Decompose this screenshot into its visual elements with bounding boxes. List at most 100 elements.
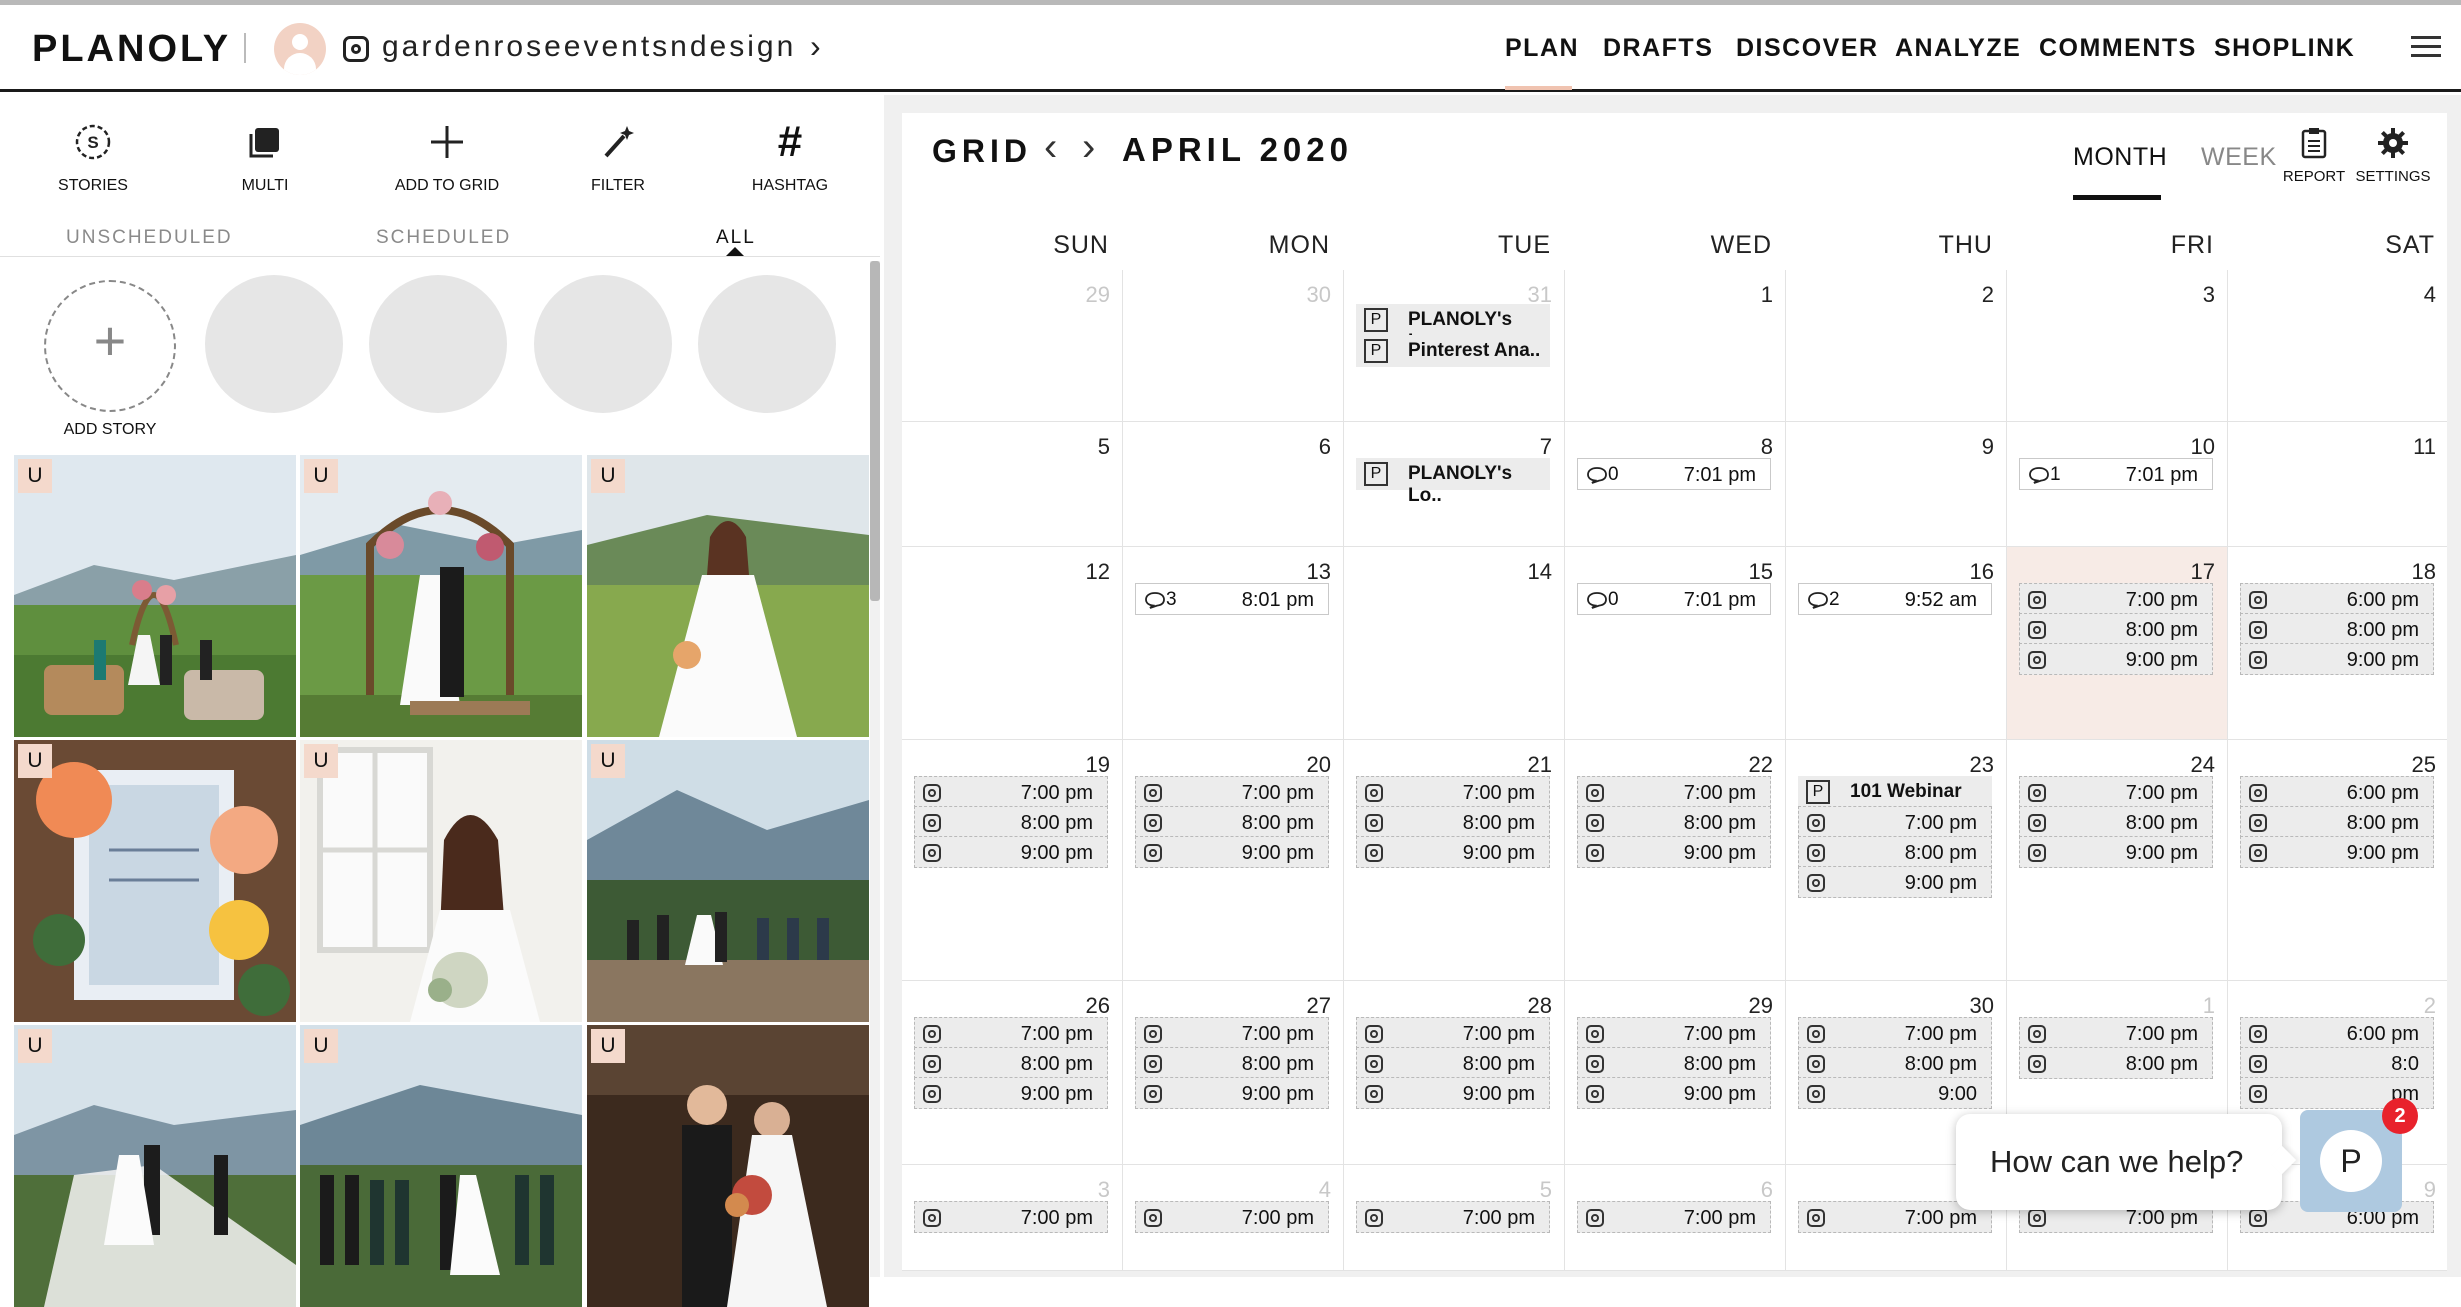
scheduled-instagram-post[interactable]: 9:00 pm (1798, 866, 1992, 898)
scheduled-instagram-post[interactable]: 9:00 pm (2240, 836, 2434, 868)
calendar-day-cell[interactable]: 21 7:00 pm 8:00 pm 9:00 pm (1344, 740, 1565, 981)
story-placeholder[interactable] (205, 275, 343, 413)
add-to-grid-button[interactable]: ADD TO GRID (392, 113, 502, 195)
tab-all[interactable]: ALL (716, 227, 756, 249)
calendar-day-cell[interactable]: 3 7:00 pm (902, 1165, 1123, 1271)
story-placeholder[interactable] (369, 275, 507, 413)
calendar-day-cell[interactable]: 11 (2228, 422, 2447, 547)
add-story-button[interactable]: + (44, 280, 176, 412)
scheduled-instagram-post[interactable]: 8:00 pm (2019, 806, 2213, 838)
scheduled-instagram-post[interactable]: 9:00 pm (1577, 1077, 1771, 1109)
scheduled-instagram-post[interactable]: 9:00 pm (1577, 836, 1771, 868)
scheduled-instagram-post[interactable]: 7:00 pm (1356, 1017, 1550, 1049)
scheduled-instagram-post[interactable]: 7:00 pm (1798, 806, 1992, 838)
calendar-day-cell[interactable]: 26 7:00 pm 8:00 pm 9:00 pm (902, 981, 1123, 1165)
scheduled-instagram-post[interactable]: 7:00 pm (1356, 1201, 1550, 1233)
scheduled-instagram-post[interactable]: 7:00 pm (1135, 776, 1329, 808)
grid-photo-father-walking-bride[interactable]: U (587, 1025, 869, 1307)
account-name[interactable]: gardenroseeventsndesign (382, 30, 796, 64)
scheduled-instagram-post[interactable]: 8:00 pm (914, 1047, 1108, 1079)
chevron-right-icon[interactable]: › (810, 28, 821, 65)
scheduled-instagram-post[interactable]: 7:00 pm (914, 776, 1108, 808)
grid-photo-bride-by-window[interactable]: U (300, 740, 582, 1022)
scheduled-instagram-post[interactable]: 7:00 pm (2019, 583, 2213, 615)
nav-analyze[interactable]: ANALYZE (1895, 34, 2021, 63)
calendar-day-cell[interactable]: 24 7:00 pm 8:00 pm 9:00 pm (2007, 740, 2228, 981)
filter-button[interactable]: FILTER (563, 113, 673, 195)
story-placeholder[interactable] (534, 275, 672, 413)
calendar-day-cell[interactable]: 30 (1123, 270, 1344, 422)
calendar-day-cell[interactable]: 27 7:00 pm 8:00 pm 9:00 pm (1123, 981, 1344, 1165)
calendar-day-cell[interactable]: 4 (2228, 270, 2447, 422)
scheduled-pinterest-pin[interactable]: P 101 Webinar (1798, 776, 1992, 808)
tab-unscheduled[interactable]: UNSCHEDULED (66, 227, 233, 249)
nav-plan[interactable]: PLAN (1505, 34, 1579, 63)
calendar-day-cell[interactable]: 31PPLANOLY's Lo..PPinterest Ana.. (1344, 270, 1565, 422)
scheduled-instagram-post[interactable]: 7:00 pm (1577, 776, 1771, 808)
nav-discover[interactable]: DISCOVER (1736, 34, 1879, 63)
calendar-day-cell[interactable]: 2 (1786, 270, 2007, 422)
published-post-comments[interactable]: 0 7:01 pm (1577, 458, 1771, 490)
calendar-day-cell[interactable]: 5 (902, 422, 1123, 547)
scrollbar-thumb[interactable] (870, 261, 880, 601)
view-month[interactable]: MONTH (2073, 143, 2167, 172)
settings-button[interactable]: SETTINGS (2348, 127, 2438, 185)
calendar-day-cell[interactable]: 7 P PLANOLY's Lo.. (1344, 422, 1565, 547)
scheduled-instagram-post[interactable]: 7:00 pm (1356, 776, 1550, 808)
calendar-day-cell[interactable]: 14 (1344, 547, 1565, 740)
grid-photo-bridal-party-mountains[interactable]: U (300, 1025, 582, 1307)
scheduled-instagram-post[interactable]: 8:00 pm (1135, 1047, 1329, 1079)
nav-comments[interactable]: COMMENTS (2039, 34, 2197, 63)
calendar-day-cell[interactable]: 23 P 101 Webinar 7:00 pm 8:00 pm 9:00 pm (1786, 740, 2007, 981)
scheduled-pinterest-pin[interactable]: PPLANOLY's Lo.. (1356, 458, 1550, 506)
planoly-logo[interactable]: PLANOLY (32, 28, 231, 71)
scheduled-instagram-post[interactable]: 7:00 pm (1135, 1201, 1329, 1233)
report-button[interactable]: REPORT (2269, 127, 2359, 185)
calendar-day-cell[interactable]: 13 3 8:01 pm (1123, 547, 1344, 740)
calendar-day-cell[interactable]: 1 (1565, 270, 1786, 422)
calendar-day-cell[interactable]: 18 6:00 pm 8:00 pm 9:00 pm (2228, 547, 2447, 740)
prev-month-icon[interactable]: ‹ (1044, 125, 1057, 170)
scheduled-instagram-post[interactable]: 8:00 pm (1798, 836, 1992, 868)
scheduled-instagram-post[interactable]: 9:00 pm (914, 1077, 1108, 1109)
calendar-day-cell[interactable]: 5 7:00 pm (1344, 1165, 1565, 1271)
calendar-day-cell[interactable]: 9 (1786, 422, 2007, 547)
grid-photo-couple-under-arch[interactable]: U (300, 455, 582, 737)
grid-photo-bride-in-field[interactable]: U (587, 455, 869, 737)
published-post-comments[interactable]: 3 8:01 pm (1135, 583, 1329, 615)
calendar-day-cell[interactable]: 15 0 7:01 pm (1565, 547, 1786, 740)
scheduled-instagram-post[interactable]: 9:00 pm (2240, 643, 2434, 675)
scheduled-instagram-post[interactable]: 7:00 pm (914, 1017, 1108, 1049)
scheduled-instagram-post[interactable]: 7:00 pm (1135, 1017, 1329, 1049)
scheduled-instagram-post[interactable]: 9:00 pm (1356, 836, 1550, 868)
scheduled-instagram-post[interactable]: 9:00 pm (2019, 836, 2213, 868)
grid-photo-couple-veil-mountains[interactable]: U (14, 1025, 296, 1307)
scheduled-pinterest-pin[interactable]: PPLANOLY's Lo.. (1356, 304, 1550, 352)
scheduled-instagram-post[interactable]: 7:00 pm (2019, 1017, 2213, 1049)
tab-scheduled[interactable]: SCHEDULED (376, 227, 511, 249)
stories-button[interactable]: S STORIES (38, 113, 148, 195)
scheduled-instagram-post[interactable]: 8:0 (2240, 1047, 2434, 1079)
scheduled-instagram-post[interactable]: 9:00 pm (2019, 643, 2213, 675)
scheduled-instagram-post[interactable]: 8:00 pm (1356, 806, 1550, 838)
scheduled-instagram-post[interactable]: 8:00 pm (2019, 1047, 2213, 1079)
calendar-day-cell[interactable]: 25 6:00 pm 8:00 pm 9:00 pm (2228, 740, 2447, 981)
calendar-day-cell[interactable]: 17 7:00 pm 8:00 pm 9:00 pm (2007, 547, 2228, 740)
calendar-day-cell[interactable]: 8 0 7:01 pm (1565, 422, 1786, 547)
grid-photo-ceremony-in-field[interactable]: U (14, 455, 296, 737)
published-post-comments[interactable]: 2 9:52 am (1798, 583, 1992, 615)
scheduled-instagram-post[interactable]: 8:00 pm (1577, 1047, 1771, 1079)
scheduled-instagram-post[interactable]: 9:00 pm (1356, 1077, 1550, 1109)
scheduled-instagram-post[interactable]: 6:00 pm (2240, 776, 2434, 808)
calendar-day-cell[interactable]: 28 7:00 pm 8:00 pm 9:00 pm (1344, 981, 1565, 1165)
published-post-comments[interactable]: 0 7:01 pm (1577, 583, 1771, 615)
scheduled-instagram-post[interactable]: 8:00 pm (1798, 1047, 1992, 1079)
story-placeholder[interactable] (698, 275, 836, 413)
help-chat-prompt[interactable]: How can we help? (1956, 1114, 2297, 1210)
calendar-day-cell[interactable]: 16 2 9:52 am (1786, 547, 2007, 740)
view-week[interactable]: WEEK (2201, 143, 2277, 172)
avatar[interactable] (274, 23, 326, 75)
scheduled-instagram-post[interactable]: 7:00 pm (1798, 1017, 1992, 1049)
scheduled-instagram-post[interactable]: 7:00 pm (2019, 776, 2213, 808)
calendar-day-cell[interactable]: 29 7:00 pm 8:00 pm 9:00 pm (1565, 981, 1786, 1165)
